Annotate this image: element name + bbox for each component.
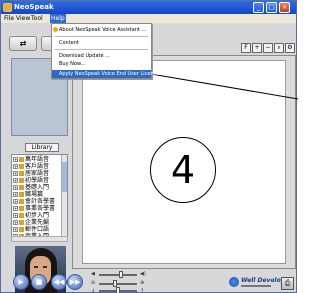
menu-item-about[interactable]: About NeoSpeak Voice Assistant ... xyxy=(52,26,151,34)
zoom-out-icon[interactable]: − xyxy=(263,43,273,53)
number-circle: 4 xyxy=(150,137,216,203)
expand-icon[interactable]: + xyxy=(13,227,18,232)
stop-button[interactable]: ■ xyxy=(31,274,47,290)
list-item[interactable]: + 居家語音 xyxy=(13,170,61,177)
avatar-eye xyxy=(43,266,47,268)
book-icon xyxy=(19,206,24,211)
rewind-button[interactable]: ◀◀ xyxy=(51,274,67,290)
book-icon xyxy=(19,227,24,232)
expand-icon[interactable]: + xyxy=(13,192,18,197)
font-icon[interactable]: F xyxy=(241,43,251,53)
book-icon xyxy=(19,199,24,204)
list-item[interactable]: + 初步入門 xyxy=(13,212,61,219)
pitch-icon: ↓ xyxy=(91,288,96,293)
category-list[interactable]: + 萬年語音 + 客戶語音 + 居家語音 + 初學語音 + 基礎入門 + 職場篇 + 會計各學… xyxy=(11,154,68,240)
menu-view[interactable]: View xyxy=(15,14,31,23)
list-item[interactable]: + 企業先編 xyxy=(13,219,61,226)
list-item[interactable]: + 基礎入門 xyxy=(13,184,61,191)
menu-item-buy-now[interactable]: Buy Now... xyxy=(52,60,151,68)
mode-toggle-button[interactable]: ⇄ xyxy=(9,36,37,51)
library-button[interactable]: Library xyxy=(25,143,59,152)
expand-icon[interactable]: + xyxy=(13,178,18,183)
list-item[interactable]: + 事業各學書 xyxy=(13,205,61,212)
scrollbar-thumb[interactable] xyxy=(62,162,67,192)
speed-slider[interactable] xyxy=(99,283,137,285)
view-toolbar: F + − ⌕ ⚙ xyxy=(241,43,295,53)
list-item[interactable]: + 會計各學書 xyxy=(13,198,61,205)
list-item[interactable]: + 職場篇 xyxy=(13,191,61,198)
title-bar: NeoSpeak _ □ × xyxy=(1,1,296,14)
avatar-eye xyxy=(34,266,38,268)
list-item[interactable]: + 郵件口語 xyxy=(13,226,61,233)
book-icon xyxy=(19,157,24,162)
book-icon xyxy=(19,213,24,218)
list-item[interactable]: + 客戶語音 xyxy=(13,163,61,170)
expand-icon[interactable]: + xyxy=(13,164,18,169)
pitch-max-icon: ↑ xyxy=(140,288,145,293)
book-icon xyxy=(19,220,24,225)
book-icon xyxy=(19,164,24,169)
well-develop-logo-icon xyxy=(229,277,239,287)
menu-separator xyxy=(55,36,148,37)
brand-tagline xyxy=(241,285,271,287)
window-title: NeoSpeak xyxy=(14,3,54,11)
menu-tool[interactable]: Tool xyxy=(30,14,44,23)
brand-name: Well Develop xyxy=(241,277,286,284)
list-item[interactable]: + 萬年語音 xyxy=(13,156,61,163)
play-button[interactable]: ▶ xyxy=(13,274,29,290)
speed-max-icon: ⊕ xyxy=(140,280,145,286)
volume-max-icon: ◀) xyxy=(140,271,146,277)
book-icon xyxy=(19,192,24,197)
minimize-button[interactable]: _ xyxy=(253,2,264,13)
speed-icon: ⊖ xyxy=(91,280,96,286)
close-button[interactable]: × xyxy=(279,2,290,13)
menu-item-content[interactable]: Content xyxy=(52,39,151,47)
expand-icon[interactable]: + xyxy=(13,206,18,211)
print-button[interactable]: ⎙ xyxy=(281,277,294,290)
list-horizontal-scrollbar[interactable] xyxy=(11,236,68,242)
neospeak-icon xyxy=(53,27,58,32)
speed-slider-knob[interactable] xyxy=(113,280,117,287)
app-window: NeoSpeak _ □ × File View Tool Help About… xyxy=(0,0,298,293)
expand-icon[interactable]: + xyxy=(13,220,18,225)
menu-separator xyxy=(55,49,148,50)
book-icon xyxy=(19,178,24,183)
menu-bar: File View Tool Help xyxy=(1,14,296,23)
brand-logo: Well Develop xyxy=(229,277,285,291)
settings-icon[interactable]: ⚙ xyxy=(285,43,295,53)
search-icon[interactable]: ⌕ xyxy=(274,43,284,53)
zoom-in-icon[interactable]: + xyxy=(252,43,262,53)
expand-icon[interactable]: + xyxy=(13,185,18,190)
book-icon xyxy=(19,171,24,176)
display-card: 4 xyxy=(82,60,286,264)
menu-file[interactable]: File xyxy=(3,14,15,23)
menu-help[interactable]: Help xyxy=(50,14,66,23)
fast-forward-button[interactable]: ▶▶ xyxy=(67,274,83,290)
expand-icon[interactable]: + xyxy=(13,213,18,218)
volume-slider[interactable] xyxy=(99,274,137,276)
menu-item-download-update[interactable]: Download Update ... xyxy=(52,52,151,60)
volume-icon: ◀ xyxy=(91,271,95,277)
list-vertical-scrollbar[interactable] xyxy=(61,155,67,239)
main-display-area: 4 xyxy=(72,55,296,269)
book-icon xyxy=(19,185,24,190)
menu-item-apply-license[interactable]: Apply NeoSpeak Voice End User License xyxy=(52,70,159,78)
volume-slider-knob[interactable] xyxy=(119,271,123,278)
help-dropdown-menu: About NeoSpeak Voice Assistant ... Conte… xyxy=(51,23,159,79)
list-item[interactable]: + 初學語音 xyxy=(13,177,61,184)
expand-icon[interactable]: + xyxy=(13,199,18,204)
app-icon xyxy=(3,3,12,12)
pitch-slider-knob[interactable] xyxy=(116,287,120,293)
maximize-button[interactable]: □ xyxy=(266,2,277,13)
expand-icon[interactable]: + xyxy=(13,157,18,162)
expand-icon[interactable]: + xyxy=(13,171,18,176)
